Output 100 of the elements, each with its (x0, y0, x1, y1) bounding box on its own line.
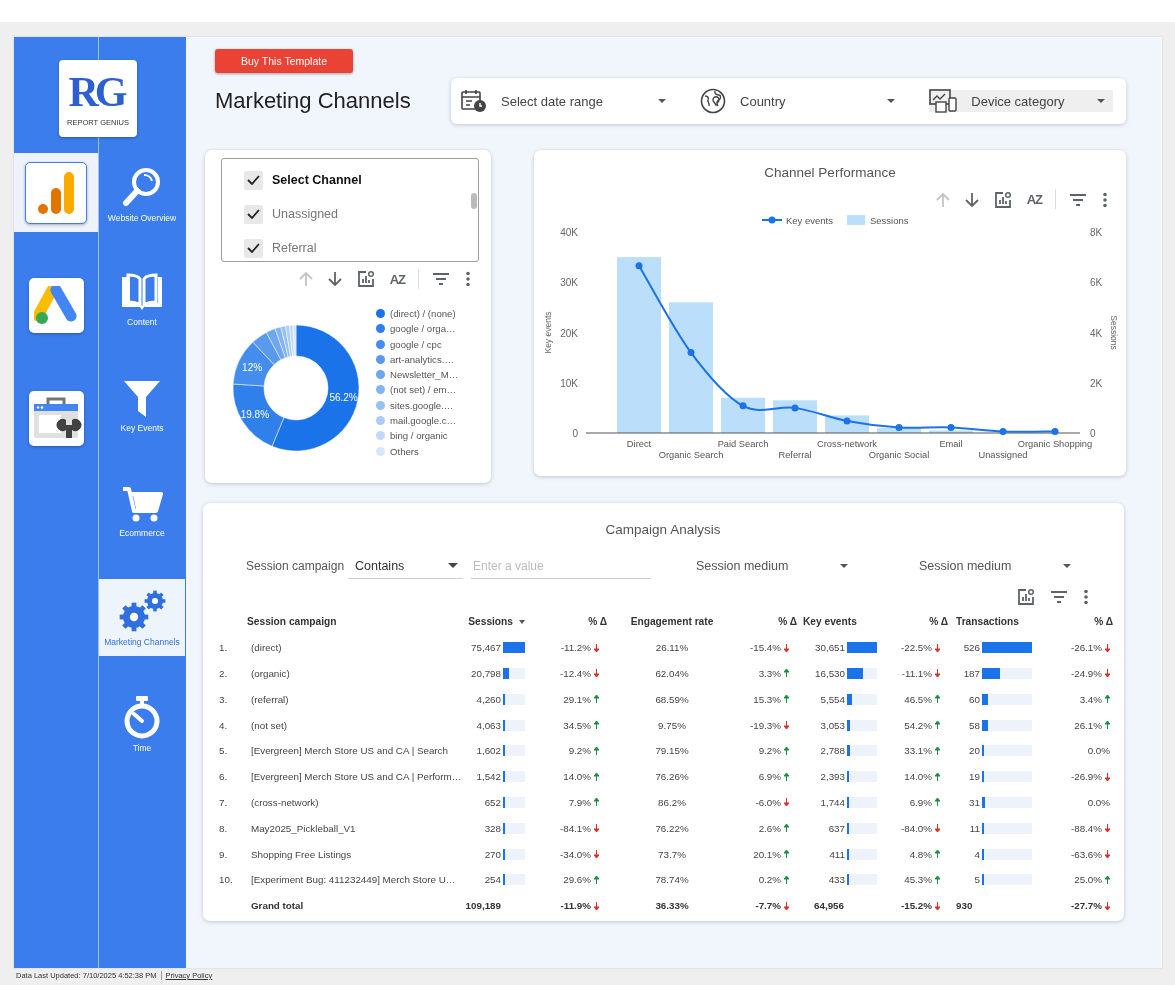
nav-item[interactable]: Time (99, 685, 185, 762)
percent-change: 34.5% (563, 719, 591, 731)
campaign-name: (direct) (251, 642, 282, 654)
percent-change: -27.7% (1070, 900, 1102, 912)
percent-change: -84.0% (900, 822, 932, 834)
filter-dropdown[interactable]: Select date range (461, 90, 674, 112)
chart-title: Channel Performance (763, 164, 897, 180)
column-header[interactable]: % Δ (929, 616, 948, 628)
row-number: 4. (219, 719, 228, 731)
table-value: 19 (968, 771, 980, 783)
channel-option[interactable]: Referral (244, 231, 478, 265)
column-header[interactable]: Engagement rate (630, 616, 714, 628)
table-value: 433 (828, 874, 845, 886)
category-label: Organic Shopping (1017, 439, 1093, 449)
row-number: 10. (219, 874, 233, 886)
table-value: 5 (973, 874, 980, 886)
percent-change: 7.9% (568, 796, 591, 808)
operator-dropdown[interactable]: Contains (348, 553, 463, 579)
nav-item[interactable]: Ecommerce (99, 473, 185, 550)
legend-item: Others (376, 444, 458, 459)
sort-icon[interactable]: AZ (389, 271, 405, 287)
nav-item[interactable]: Key Events (99, 367, 185, 444)
axis-tick-label: 8K (1090, 227, 1103, 238)
column-header[interactable]: Sessions (468, 616, 525, 628)
column-header[interactable]: Transactions (956, 616, 1019, 628)
filter-label: Session campaign (246, 559, 346, 573)
percent-change: -12.4% (559, 668, 591, 679)
logo-mark: RG (68, 70, 125, 114)
medium-dropdown[interactable]: Session medium (696, 559, 851, 573)
campaign-name: [Evergreen] Merch Store US and CA | Search (251, 745, 448, 757)
column-header[interactable]: Key events (803, 616, 857, 628)
table-value: 31 (968, 796, 980, 808)
channel-option[interactable]: Unassigned (244, 197, 478, 231)
table-value: 5,554 (820, 693, 845, 705)
percent-change: 29.1% (563, 693, 591, 705)
campaign-name: (organic) (251, 668, 290, 679)
percent-change: 20.1% (753, 848, 781, 860)
table-value: 3,053 (820, 719, 845, 731)
table-value: 4,260 (476, 693, 501, 705)
campaign-name: (not set) (251, 719, 287, 731)
percent-change: -88.4% (1070, 822, 1102, 834)
nav-item[interactable]: Website Overview (99, 155, 185, 232)
slice-label: 12% (242, 362, 263, 374)
column-header[interactable]: Session campaign (247, 616, 337, 628)
axis-tick-label: 20K (560, 327, 578, 339)
table-value: 187 (962, 668, 980, 679)
campaign-name: [Evergreen] Merch Store US and CA | Perform… (251, 771, 462, 783)
table-value: 62.04% (655, 668, 689, 679)
table-value: 1,744 (820, 796, 845, 808)
table-value: 76.26% (655, 771, 689, 783)
row-number: 1. (219, 642, 228, 654)
table-value: 9.75% (658, 719, 686, 731)
percent-change: -11.2% (560, 642, 591, 654)
table-value: 78.74% (655, 874, 689, 886)
table-value: 76.22% (655, 822, 689, 834)
legend-item: (not set) / em… (376, 383, 458, 398)
column-header[interactable]: % Δ (778, 616, 797, 628)
table-value: 16,530 (815, 668, 845, 679)
percent-change: -24.9% (1070, 668, 1102, 679)
percent-change: 26.1% (1074, 719, 1102, 731)
table-value: 2,788 (820, 745, 845, 757)
table-value: 411 (829, 848, 845, 860)
axis-tick-label: 4K (1090, 327, 1103, 339)
sort-icon[interactable]: AZ (1026, 191, 1042, 207)
category-label: Unassigned (978, 450, 1028, 460)
percent-change: 46.5% (904, 693, 932, 705)
filter-dropdown[interactable]: Country (700, 90, 904, 112)
table-value: 58 (968, 719, 980, 731)
category-label: Paid Search (717, 439, 769, 449)
page-title: Marketing Channels (215, 88, 411, 114)
percent-change: -15.2% (900, 900, 932, 912)
table-value: 73.7% (658, 848, 686, 860)
table-value: 64,956 (814, 900, 844, 912)
percent-change: -11.9% (560, 900, 591, 912)
axis-tick-label: 0 (572, 428, 578, 439)
nav-item[interactable]: Marketing Channels (99, 579, 185, 656)
campaign-name: May2025_Pickleball_V1 (251, 822, 356, 834)
percent-change: 3.4% (1079, 693, 1102, 705)
percent-change: 6.9% (758, 771, 781, 783)
percent-change: 4.8% (909, 848, 932, 860)
medium-dropdown[interactable]: Session medium (919, 559, 1074, 573)
buy-template-button[interactable]: Buy This Template (215, 49, 353, 73)
axis-tick-label: 10K (560, 377, 578, 389)
column-header[interactable]: % Δ (588, 616, 607, 628)
row-number: 9. (219, 848, 228, 860)
percent-change: 33.1% (904, 745, 932, 757)
category-label: Organic Social (868, 450, 930, 460)
table-value: 4,063 (476, 719, 501, 731)
table-value: 79.15% (655, 745, 689, 757)
percent-change: 6.9% (909, 796, 932, 808)
percent-change: -34.0% (559, 848, 591, 860)
channel-option[interactable]: Select Channel (244, 163, 478, 197)
nav-item[interactable]: Content (99, 261, 185, 338)
column-header[interactable]: % Δ (1094, 616, 1113, 628)
filter-dropdown[interactable]: Device category (929, 90, 1113, 112)
table-value: 75,467 (471, 642, 501, 654)
percent-change: -19.3% (749, 719, 781, 731)
table-value: 526 (962, 642, 980, 654)
axis-tick-label: 30K (560, 277, 578, 289)
percent-change: -15.4% (749, 642, 781, 654)
